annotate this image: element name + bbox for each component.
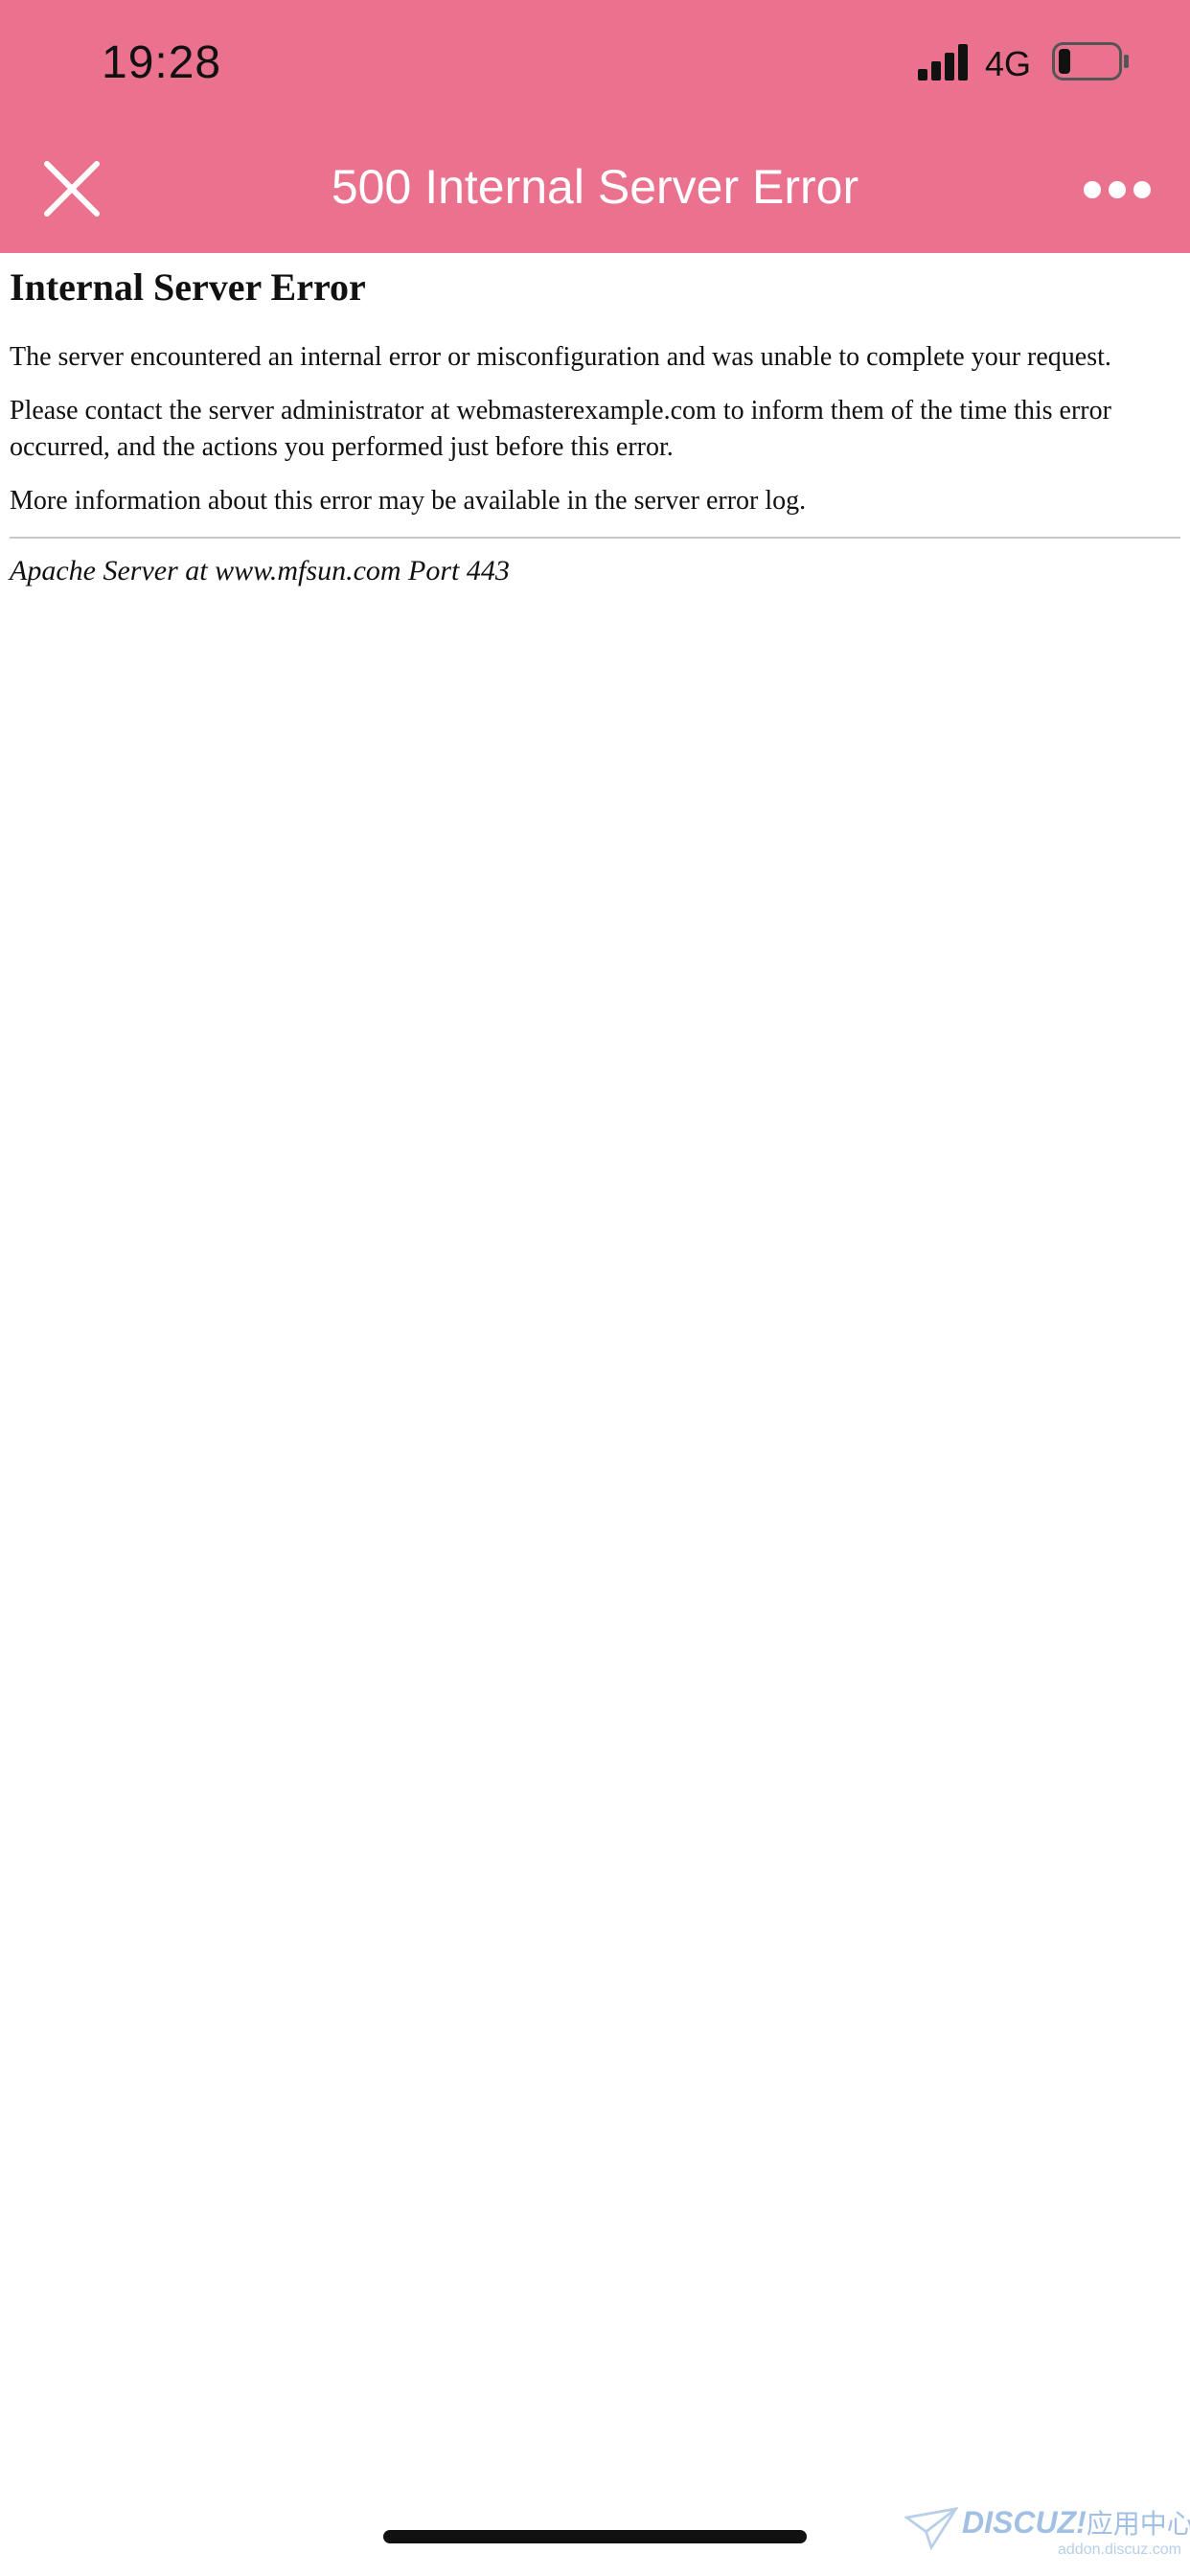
divider <box>10 537 1180 539</box>
page-title: 500 Internal Server Error <box>331 160 859 214</box>
close-icon <box>44 161 100 217</box>
watermark-url: addon.discuz.com <box>1058 2542 1181 2558</box>
app-header: 19:28 4G 500 Internal Server Error <box>0 0 1190 253</box>
more-options-button[interactable] <box>1083 178 1152 201</box>
error-description: The server encountered an internal error… <box>10 342 1111 372</box>
error-log-info: More information about this error may be… <box>10 486 807 516</box>
watermark-logo: DISCUZ!应用中心 addon.discuz.com <box>904 2503 1190 2564</box>
watermark-brand: DISCUZ!应用中心 <box>962 2505 1190 2540</box>
paper-plane-icon <box>904 2507 958 2551</box>
battery-icon <box>1052 42 1129 80</box>
error-heading: Internal Server Error <box>10 265 366 309</box>
network-type: 4G <box>985 44 1032 83</box>
more-dots-icon <box>1084 181 1151 198</box>
error-page-content: Internal Server Error The server encount… <box>10 261 1180 590</box>
close-button[interactable] <box>42 159 102 218</box>
status-time: 19:28 <box>102 37 222 88</box>
home-indicator[interactable] <box>383 2530 807 2543</box>
error-contact-info: Please contact the server administrator … <box>10 396 1111 462</box>
server-signature: Apache Server at www.mfsun.com Port 443 <box>10 555 510 586</box>
battery-fill <box>1059 49 1070 74</box>
signal-strength-icon <box>918 44 968 80</box>
